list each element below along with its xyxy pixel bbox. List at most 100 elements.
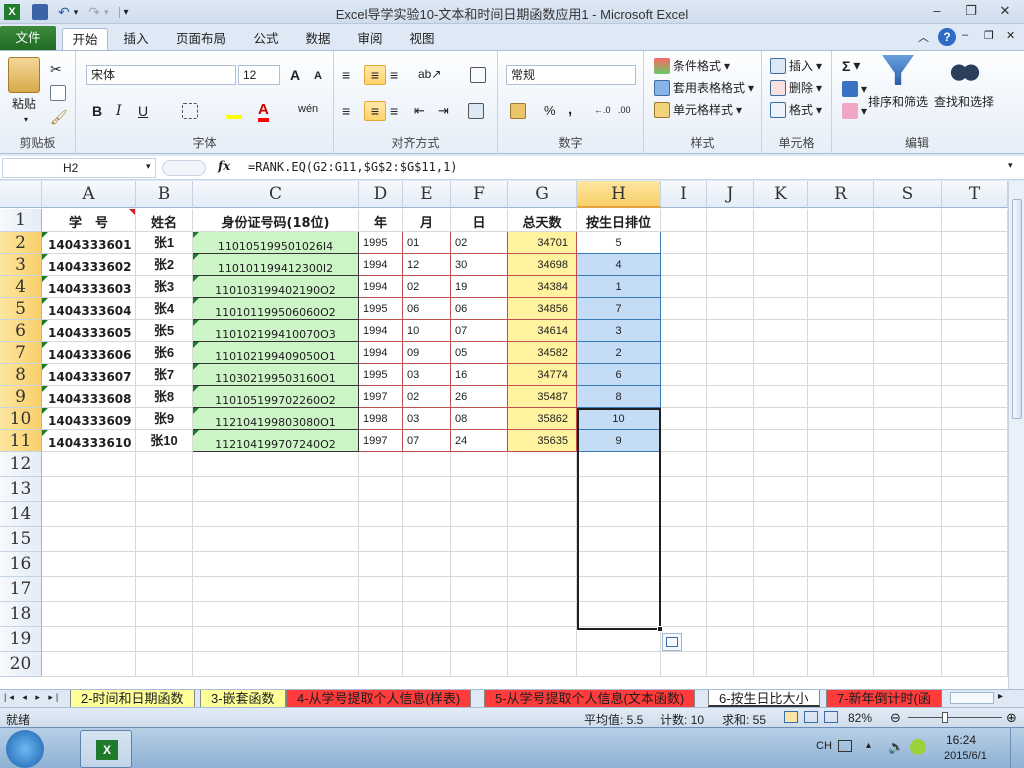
decrease-indent-icon[interactable]: ⇤ <box>414 103 425 119</box>
expand-formula-bar-icon[interactable]: ▾ <box>1008 160 1013 171</box>
empty-cell[interactable] <box>661 342 707 364</box>
tab-page-layout[interactable]: 页面布局 <box>168 28 234 50</box>
empty-cell[interactable] <box>508 452 577 477</box>
column-header-i[interactable]: I <box>661 181 707 208</box>
header-cell-b[interactable]: 姓名 <box>136 209 193 232</box>
empty-cell[interactable] <box>942 602 1008 627</box>
row-header-18[interactable]: 18 <box>0 602 42 627</box>
empty-cell[interactable] <box>808 254 874 276</box>
scroll-right-icon[interactable]: ▸ <box>998 691 1003 702</box>
cell-name[interactable]: 张4 <box>136 298 193 320</box>
empty-cell[interactable] <box>661 502 707 527</box>
empty-cell[interactable] <box>707 552 754 577</box>
empty-cell[interactable] <box>136 452 193 477</box>
empty-cell[interactable] <box>661 232 707 254</box>
empty-cell[interactable] <box>808 627 874 652</box>
empty-cell[interactable] <box>942 254 1008 276</box>
empty-cell[interactable] <box>754 652 808 677</box>
empty-cell[interactable] <box>661 430 707 452</box>
empty-cell[interactable] <box>193 577 359 602</box>
empty-cell[interactable] <box>661 652 707 677</box>
cell-name[interactable]: 张8 <box>136 386 193 408</box>
cell-student-id[interactable]: 1404333608 <box>42 386 136 408</box>
empty-cell[interactable] <box>661 552 707 577</box>
empty-cell[interactable] <box>136 527 193 552</box>
cell-name[interactable]: 张9 <box>136 408 193 430</box>
row-header-20[interactable]: 20 <box>0 652 42 677</box>
paste-button[interactable]: 粘贴 <box>12 95 36 112</box>
cell-student-id[interactable]: 1404333605 <box>42 320 136 342</box>
empty-cell[interactable] <box>508 652 577 677</box>
align-middle-icon[interactable]: ≡ <box>364 65 386 85</box>
empty-cell[interactable] <box>508 502 577 527</box>
empty-cell[interactable] <box>508 527 577 552</box>
empty-cell[interactable] <box>136 552 193 577</box>
conditional-formatting-button[interactable]: 条件格式 ▾ <box>654 57 730 74</box>
empty-cell[interactable] <box>451 527 508 552</box>
taskbar-excel-button[interactable]: X <box>80 730 132 768</box>
empty-cell[interactable] <box>577 502 661 527</box>
empty-cell[interactable] <box>754 320 808 342</box>
empty-cell[interactable] <box>451 477 508 502</box>
empty-cell[interactable] <box>42 527 136 552</box>
row-header-12[interactable]: 12 <box>0 452 42 477</box>
language-indicator[interactable]: CH <box>816 740 832 752</box>
normal-view-icon[interactable] <box>784 711 798 723</box>
empty-cell[interactable] <box>193 527 359 552</box>
header-cell-f[interactable]: 日 <box>451 209 508 232</box>
empty-cell[interactable] <box>754 209 808 232</box>
align-center-icon[interactable]: ≡ <box>364 101 386 121</box>
clock-date[interactable]: 2015/6/1 <box>944 750 987 762</box>
volume-icon[interactable]: 🔈 <box>888 739 904 755</box>
font-name-select[interactable]: 宋体 <box>86 65 236 85</box>
empty-cell[interactable] <box>874 342 942 364</box>
empty-cell[interactable] <box>942 408 1008 430</box>
empty-cell[interactable] <box>942 232 1008 254</box>
tab-view[interactable]: 视图 <box>400 28 444 50</box>
empty-cell[interactable] <box>707 652 754 677</box>
cut-icon[interactable]: ✂ <box>50 61 62 78</box>
empty-cell[interactable] <box>942 342 1008 364</box>
empty-cell[interactable] <box>707 577 754 602</box>
empty-cell[interactable] <box>874 386 942 408</box>
empty-cell[interactable] <box>508 602 577 627</box>
tray-expand-icon[interactable]: ▴ <box>866 740 871 751</box>
sheet-nav-icons[interactable]: |◂ ◂ ▸ ▸| <box>4 692 61 703</box>
font-size-select[interactable]: 12 <box>238 65 280 85</box>
select-all-corner[interactable] <box>0 181 42 208</box>
empty-cell[interactable] <box>403 627 451 652</box>
decrease-decimal-button[interactable]: .00 <box>618 105 631 115</box>
row-header-2[interactable]: 2 <box>0 232 42 254</box>
cell-month[interactable]: 10 <box>403 320 451 342</box>
cell-student-id[interactable]: 1404333603 <box>42 276 136 298</box>
empty-cell[interactable] <box>508 577 577 602</box>
empty-cell[interactable] <box>359 652 403 677</box>
tab-data[interactable]: 数据 <box>296 28 340 50</box>
empty-cell[interactable] <box>661 276 707 298</box>
empty-cell[interactable] <box>451 602 508 627</box>
clear-button[interactable]: ▾ <box>842 103 867 119</box>
empty-cell[interactable] <box>451 652 508 677</box>
empty-cell[interactable] <box>136 602 193 627</box>
sheet-tab[interactable]: 5-从学号提取个人信息(文本函数) <box>484 690 696 707</box>
empty-cell[interactable] <box>577 552 661 577</box>
empty-cell[interactable] <box>707 320 754 342</box>
empty-cell[interactable] <box>451 552 508 577</box>
empty-cell[interactable] <box>403 477 451 502</box>
cell-month[interactable]: 06 <box>403 298 451 320</box>
empty-cell[interactable] <box>577 577 661 602</box>
cell-student-id[interactable]: 1404333610 <box>42 430 136 452</box>
cell-year[interactable]: 1994 <box>359 254 403 276</box>
empty-cell[interactable] <box>942 386 1008 408</box>
empty-cell[interactable] <box>661 408 707 430</box>
empty-cell[interactable] <box>808 320 874 342</box>
vertical-scroll-thumb[interactable] <box>1012 199 1022 419</box>
empty-cell[interactable] <box>754 627 808 652</box>
empty-cell[interactable] <box>359 577 403 602</box>
row-header-13[interactable]: 13 <box>0 477 42 502</box>
column-header-d[interactable]: D <box>359 181 403 208</box>
format-cells-button[interactable]: 格式 ▾ <box>770 101 822 118</box>
cell-student-id[interactable]: 1404333606 <box>42 342 136 364</box>
empty-cell[interactable] <box>942 452 1008 477</box>
tab-insert[interactable]: 插入 <box>114 28 158 50</box>
